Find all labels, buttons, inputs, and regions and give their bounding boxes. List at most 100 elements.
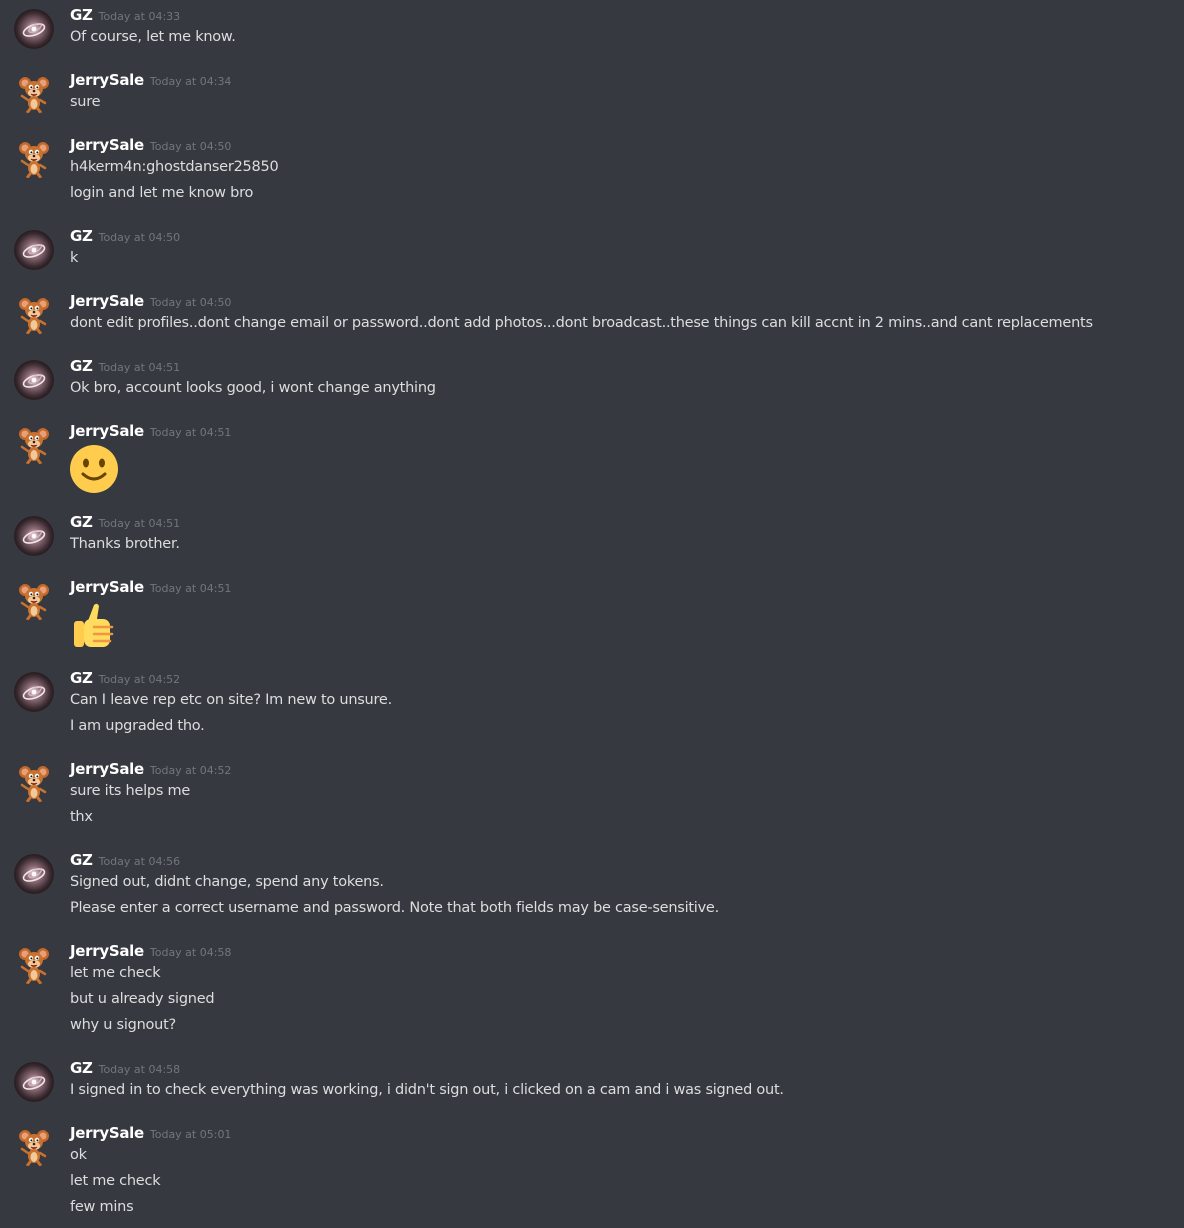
message-text: Signed out, didnt change, spend any toke… xyxy=(70,874,384,890)
username[interactable]: JerrySale xyxy=(70,578,144,596)
message-body: I signed in to check everything was work… xyxy=(70,1080,1174,1106)
message-text: sure xyxy=(70,94,101,110)
message-header: JerrySale Today at 04:51 xyxy=(70,421,231,441)
username[interactable]: JerrySale xyxy=(70,292,144,310)
message-text: Can I leave rep etc on site? Im new to u… xyxy=(70,692,392,708)
gz-nebula-avatar-icon[interactable] xyxy=(14,1062,54,1102)
message-timestamp[interactable]: Today at 04:50 xyxy=(99,231,181,244)
jerry-mouse-avatar-icon[interactable] xyxy=(14,139,54,179)
username[interactable]: GZ xyxy=(70,1059,93,1077)
chat-message-list: GZ Today at 04:33 Of course, let me know. … xyxy=(0,0,1184,1228)
message-text: few mins xyxy=(70,1199,134,1215)
username[interactable]: GZ xyxy=(70,669,93,687)
username[interactable]: JerrySale xyxy=(70,71,144,89)
message-timestamp[interactable]: Today at 04:56 xyxy=(99,855,181,868)
message-timestamp[interactable]: Today at 04:51 xyxy=(150,426,232,439)
message-timestamp[interactable]: Today at 04:51 xyxy=(99,361,181,374)
jerry-mouse-avatar-svg xyxy=(14,945,54,985)
message-body: h4kerm4n:ghostdanser25850 login and let m… xyxy=(70,157,1174,209)
jerry-mouse-avatar-svg xyxy=(14,581,54,621)
username[interactable]: JerrySale xyxy=(70,422,144,440)
jerry-mouse-avatar-icon[interactable] xyxy=(14,763,54,803)
gz-nebula-avatar-svg xyxy=(14,854,54,894)
slightly-smiling-face-emoji[interactable] xyxy=(70,443,1174,497)
username[interactable]: GZ xyxy=(70,513,93,531)
gz-nebula-avatar-svg xyxy=(14,672,54,712)
jerry-mouse-avatar-icon[interactable] xyxy=(14,74,54,114)
message-text: h4kerm4n:ghostdanser25850 xyxy=(70,159,279,175)
message-body: Of course, let me know. xyxy=(70,27,1174,53)
message-header: JerrySale Today at 04:52 xyxy=(70,759,231,779)
message-text: I am upgraded tho. xyxy=(70,718,205,734)
message-header: JerrySale Today at 04:34 xyxy=(70,70,231,90)
message-timestamp[interactable]: Today at 05:01 xyxy=(150,1128,232,1141)
message-body: Signed out, didnt change, spend any toke… xyxy=(70,872,1174,924)
message-text: Of course, let me know. xyxy=(70,29,236,45)
thumbs-up-emoji[interactable] xyxy=(70,599,1174,653)
username[interactable]: GZ xyxy=(70,851,93,869)
message-timestamp[interactable]: Today at 04:50 xyxy=(150,140,232,153)
jerry-mouse-avatar-svg xyxy=(14,763,54,803)
username[interactable]: JerrySale xyxy=(70,1124,144,1142)
username[interactable]: GZ xyxy=(70,227,93,245)
message-body: let me check but u already signed why u si… xyxy=(70,963,1174,1041)
message-header: GZ Today at 04:51 xyxy=(70,512,180,532)
message-text: let me check xyxy=(70,965,161,981)
jerry-mouse-avatar-svg xyxy=(14,1127,54,1167)
username[interactable]: JerrySale xyxy=(70,136,144,154)
message-header: GZ Today at 04:58 xyxy=(70,1058,180,1078)
gz-nebula-avatar-svg xyxy=(14,230,54,270)
username[interactable]: GZ xyxy=(70,357,93,375)
message-header: GZ Today at 04:33 xyxy=(70,5,180,25)
message-text: let me check xyxy=(70,1173,161,1189)
message-header: GZ Today at 04:52 xyxy=(70,668,180,688)
message-timestamp[interactable]: Today at 04:33 xyxy=(99,10,181,23)
jerry-mouse-avatar-icon[interactable] xyxy=(14,295,54,335)
message-timestamp[interactable]: Today at 04:51 xyxy=(150,582,232,595)
message-timestamp[interactable]: Today at 04:58 xyxy=(99,1063,181,1076)
gz-nebula-avatar-icon[interactable] xyxy=(14,360,54,400)
message-text: k xyxy=(70,250,79,266)
message-text: login and let me know bro xyxy=(70,185,254,201)
message-timestamp[interactable]: Today at 04:58 xyxy=(150,946,232,959)
message-text: I signed in to check everything was work… xyxy=(70,1082,784,1098)
message-body xyxy=(70,599,1174,653)
message-timestamp[interactable]: Today at 04:50 xyxy=(150,296,232,309)
message-text: ok xyxy=(70,1147,87,1163)
message-text: Ok bro, account looks good, i wont chang… xyxy=(70,380,436,396)
username[interactable]: JerrySale xyxy=(70,942,144,960)
message-header: JerrySale Today at 04:50 xyxy=(70,291,231,311)
jerry-mouse-avatar-icon[interactable] xyxy=(14,1127,54,1167)
username[interactable]: JerrySale xyxy=(70,760,144,778)
gz-nebula-avatar-icon[interactable] xyxy=(14,9,54,49)
message-header: JerrySale Today at 04:51 xyxy=(70,577,231,597)
message-header: JerrySale Today at 05:01 xyxy=(70,1123,231,1143)
jerry-mouse-avatar-icon[interactable] xyxy=(14,425,54,465)
message-text: dont edit profiles..dont change email or… xyxy=(70,315,1093,331)
message-timestamp[interactable]: Today at 04:52 xyxy=(99,673,181,686)
gz-nebula-avatar-svg xyxy=(14,1062,54,1102)
message-text: but u already signed xyxy=(70,991,215,1007)
username[interactable]: GZ xyxy=(70,6,93,24)
jerry-mouse-avatar-icon[interactable] xyxy=(14,581,54,621)
message-body: Ok bro, account looks good, i wont chang… xyxy=(70,378,1174,404)
jerry-mouse-avatar-svg xyxy=(14,295,54,335)
gz-nebula-avatar-icon[interactable] xyxy=(14,516,54,556)
message-text: Please enter a correct username and pass… xyxy=(70,900,719,916)
message-header: GZ Today at 04:51 xyxy=(70,356,180,376)
message-timestamp[interactable]: Today at 04:52 xyxy=(150,764,232,777)
gz-nebula-avatar-icon[interactable] xyxy=(14,672,54,712)
jerry-mouse-avatar-svg xyxy=(14,74,54,114)
message-timestamp[interactable]: Today at 04:34 xyxy=(150,75,232,88)
jerry-mouse-avatar-icon[interactable] xyxy=(14,945,54,985)
jerry-mouse-avatar-svg xyxy=(14,425,54,465)
message-body: dont edit profiles..dont change email or… xyxy=(70,313,1174,339)
message-timestamp[interactable]: Today at 04:51 xyxy=(99,517,181,530)
message-body: Can I leave rep etc on site? Im new to u… xyxy=(70,690,1174,742)
gz-nebula-avatar-svg xyxy=(14,9,54,49)
message-text: why u signout? xyxy=(70,1017,176,1033)
message-body: sure its helps me thx xyxy=(70,781,1174,833)
gz-nebula-avatar-icon[interactable] xyxy=(14,854,54,894)
gz-nebula-avatar-icon[interactable] xyxy=(14,230,54,270)
message-text: Thanks brother. xyxy=(70,536,180,552)
